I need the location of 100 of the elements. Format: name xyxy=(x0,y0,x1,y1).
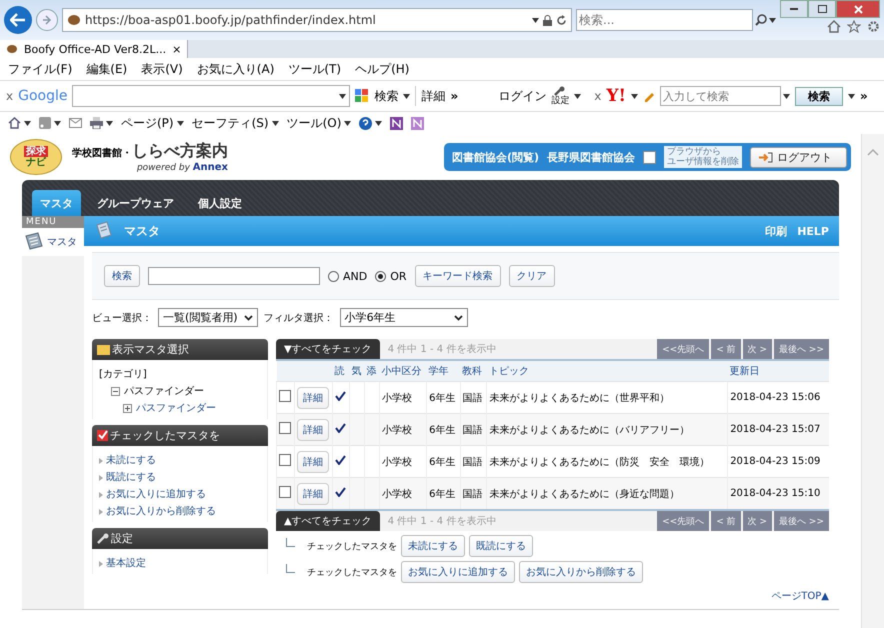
powered-by-text: powered by Annex xyxy=(136,162,228,173)
row-checkbox[interactable] xyxy=(279,486,291,498)
table-cell: 小学校 xyxy=(380,414,427,446)
search-field[interactable]: 検索... xyxy=(576,9,753,31)
table-cell: 6年生 xyxy=(426,478,460,509)
action-link[interactable]: 基本設定 xyxy=(106,555,146,572)
site-logo[interactable]: 探求 ナビ xyxy=(10,139,62,175)
search-icon[interactable] xyxy=(755,14,767,26)
command-menu[interactable]: セーフティ(S) xyxy=(192,114,279,132)
refresh-icon[interactable] xyxy=(556,14,567,26)
detail-button[interactable]: 詳細 xyxy=(297,482,329,504)
search-action-button[interactable]: キーワード検索 xyxy=(414,265,501,287)
menu-item[interactable]: お気に入り(A) xyxy=(196,60,274,78)
more-button[interactable]: » xyxy=(860,89,868,103)
menu-item[interactable]: マスタ xyxy=(22,228,84,256)
google-logo[interactable]: Google xyxy=(18,88,68,104)
onenote-icon[interactable] xyxy=(390,116,404,130)
radio-button[interactable] xyxy=(328,270,339,282)
login-link[interactable]: ログイン xyxy=(498,88,546,104)
nav-tab[interactable]: 個人設定 xyxy=(190,190,250,216)
tree-item[interactable]: パスファインダー xyxy=(136,400,216,417)
maximize-button[interactable] xyxy=(808,0,836,18)
menu-item[interactable]: 編集(E) xyxy=(86,60,128,78)
toolbar-close-button[interactable]: x xyxy=(594,89,602,103)
column-header: 学年 xyxy=(426,361,460,382)
yahoo-search-field[interactable]: 入力して検索 xyxy=(660,86,781,106)
action-link[interactable]: お気に入りから削除する xyxy=(106,503,216,520)
expand-toggle[interactable] xyxy=(123,404,132,413)
logout-button[interactable]: ログアウト xyxy=(750,146,847,168)
settings-icon[interactable] xyxy=(867,20,880,33)
more-button[interactable]: » xyxy=(450,89,458,103)
detail-button[interactable]: 詳細 xyxy=(297,450,329,472)
star-icon[interactable] xyxy=(847,20,861,33)
help-icon[interactable] xyxy=(359,116,372,130)
maximize-icon xyxy=(818,5,826,13)
check-all-button[interactable]: ▼すべてをチェック xyxy=(276,339,380,359)
check-all-button[interactable]: ▲すべてをチェック xyxy=(276,511,380,531)
command-menu[interactable]: ツール(O) xyxy=(286,114,352,132)
wrench-icon xyxy=(97,533,109,544)
caret-icon xyxy=(106,120,113,126)
detail-button[interactable]: 詳細 xyxy=(297,418,329,440)
onenote-icon[interactable] xyxy=(411,116,424,130)
tab-close-button[interactable]: × xyxy=(172,42,182,56)
pen-icon[interactable] xyxy=(642,90,655,102)
google-search-field[interactable] xyxy=(72,85,350,107)
tab-title: Boofy Office-AD Ver8.2L... xyxy=(24,42,166,56)
back-button[interactable] xyxy=(4,6,32,34)
row-checkbox[interactable] xyxy=(279,454,291,466)
keyword-field[interactable] xyxy=(148,267,320,285)
section-title: マスタ xyxy=(124,222,160,240)
checkbox[interactable] xyxy=(643,150,656,164)
folder-icon xyxy=(97,344,110,354)
yahoo-search-button[interactable]: 検索 xyxy=(794,86,843,106)
row-checkbox[interactable] xyxy=(279,422,291,434)
menu-item[interactable]: ヘルプ(H) xyxy=(355,60,410,78)
search-button[interactable]: 検索 xyxy=(104,265,140,287)
filter-dropdown[interactable]: 一覧(閲覧者用) xyxy=(158,308,258,327)
page-top-link[interactable]: ページTOP▲ xyxy=(771,589,829,603)
detail-button[interactable]: 詳細 xyxy=(297,386,329,408)
details-button[interactable]: 詳細 xyxy=(421,88,446,104)
collapse-toggle[interactable] xyxy=(111,387,120,396)
filter-dropdown[interactable]: 小学6年生 xyxy=(340,308,468,327)
printer-icon[interactable] xyxy=(90,117,103,129)
home-icon[interactable] xyxy=(8,117,21,129)
settings-button[interactable]: 設定 xyxy=(551,86,570,106)
address-bar[interactable]: https://boa-asp01.boofy.jp/pathfinder/index.html xyxy=(62,8,572,32)
action-link[interactable]: お気に入りに追加する xyxy=(106,486,206,503)
column-header: 更新日 xyxy=(728,361,829,382)
home-icon[interactable] xyxy=(827,20,841,33)
bulk-action-button[interactable]: 既読にする xyxy=(469,535,533,557)
menu-item[interactable]: 表示(V) xyxy=(141,60,183,78)
bulk-action-button[interactable]: 未読にする xyxy=(401,535,465,557)
mail-icon[interactable] xyxy=(69,118,82,128)
forward-button[interactable] xyxy=(36,9,58,31)
bulk-action-button[interactable]: お気に入りから削除する xyxy=(519,561,643,583)
nav-tab[interactable]: グループウェア xyxy=(89,190,182,216)
command-menu[interactable]: ページ(P) xyxy=(121,114,184,132)
action-link[interactable]: 既読にする xyxy=(106,469,156,486)
table-cell: 2018-04-23 15:07 xyxy=(728,414,829,446)
menu-item[interactable]: ファイル(F) xyxy=(8,60,72,78)
caret-icon xyxy=(630,94,638,98)
minimize-button[interactable] xyxy=(780,0,808,18)
site-icon xyxy=(6,44,18,54)
search-action-button[interactable]: クリア xyxy=(508,265,555,287)
bulk-action-button[interactable]: お気に入りに追加する xyxy=(401,561,515,583)
action-label: チェックしたマスタを xyxy=(307,540,397,552)
tree-item[interactable]: パスファインダー xyxy=(124,383,204,400)
table-cell: 未来がよりよくあるために（バリアフリー） xyxy=(486,414,728,446)
toolbar-close-button[interactable]: x xyxy=(6,89,14,103)
table-cell: 国語 xyxy=(460,414,487,446)
menu-item[interactable]: ツール(T) xyxy=(288,60,342,78)
close-button[interactable] xyxy=(836,0,880,18)
row-checkbox[interactable] xyxy=(279,390,291,402)
radio-button[interactable] xyxy=(375,270,386,282)
toolbar-search-button[interactable]: 検索 xyxy=(374,88,398,104)
browser-tab[interactable]: Boofy Office-AD Ver8.2L... × xyxy=(0,40,188,58)
yahoo-logo[interactable]: Y! xyxy=(606,86,626,106)
action-link[interactable]: 未読にする xyxy=(106,452,156,469)
bullet-icon xyxy=(99,458,103,464)
url-text: https://boa-asp01.boofy.jp/pathfinder/index.html xyxy=(85,13,377,27)
